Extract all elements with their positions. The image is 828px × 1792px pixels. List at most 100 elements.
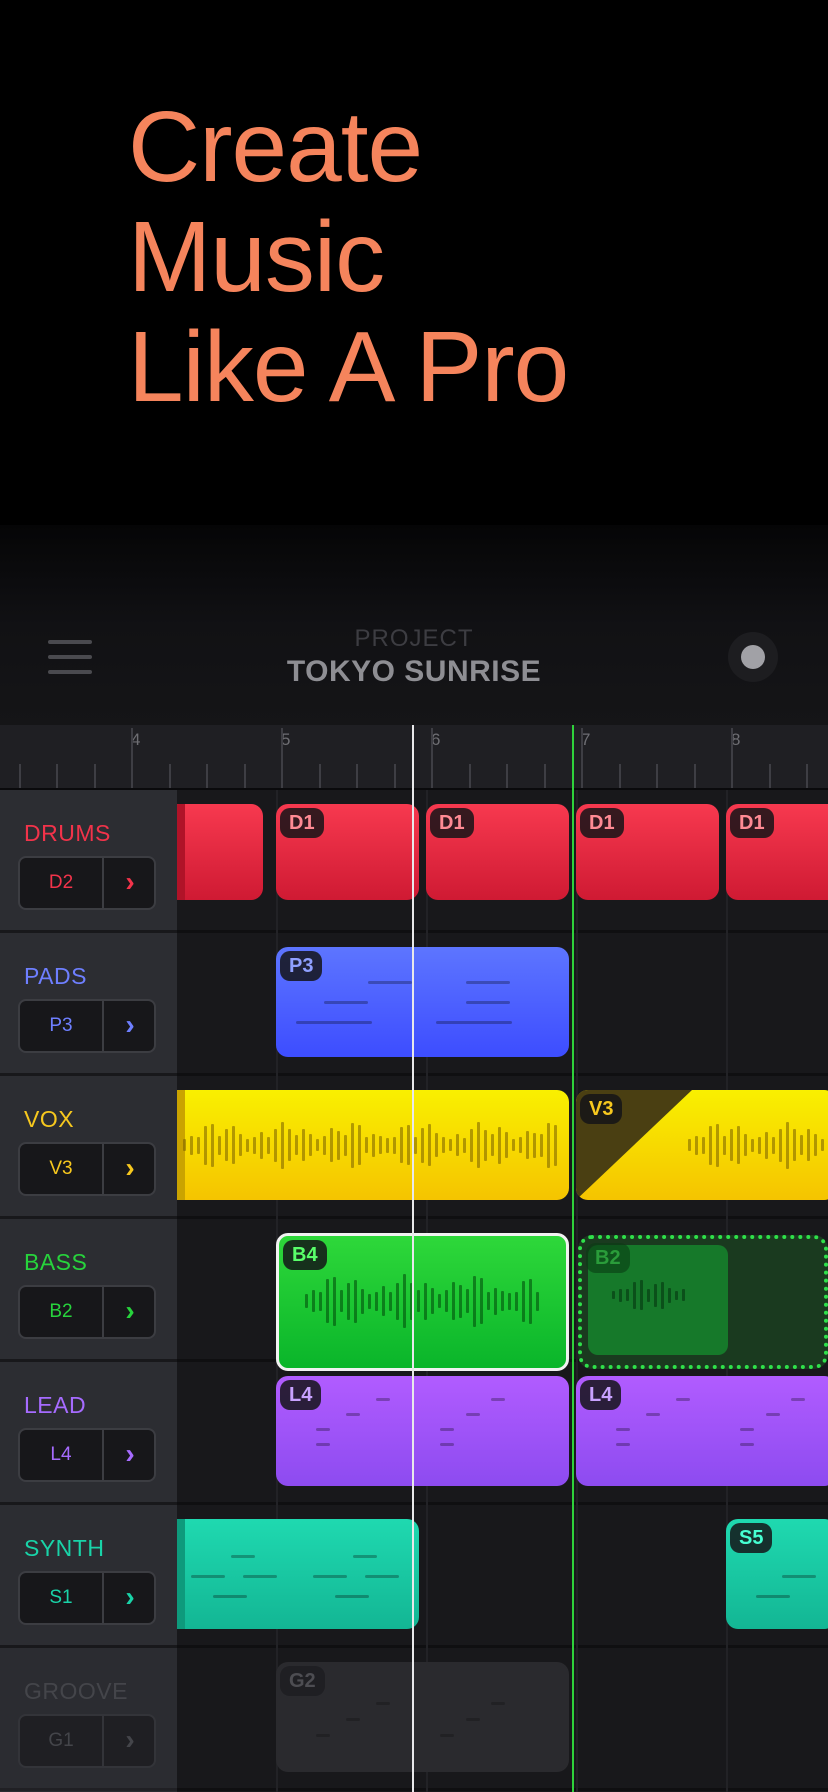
arrangement-grid[interactable]: D1 D1 D1 D1 P3 V3 B4 B2 L4 L4 S5 G2 <box>177 790 828 1792</box>
clip-bass-selected[interactable]: B4 <box>276 1233 569 1371</box>
clip-vox[interactable] <box>177 1090 569 1200</box>
timeline-ruler[interactable]: 4 5 6 7 8 <box>0 725 828 790</box>
waveform-bar <box>491 1134 494 1156</box>
waveform-bar <box>695 1135 698 1155</box>
clip-label: L4 <box>580 1380 622 1410</box>
waveform-bar <box>302 1129 305 1161</box>
ruler-tick <box>693 764 696 788</box>
loop-marker-line[interactable] <box>572 725 574 1792</box>
waveform-bar <box>501 1291 504 1311</box>
waveform-bar <box>765 1131 768 1159</box>
clip-drums[interactable]: D1 <box>726 804 828 900</box>
waveform-bar <box>204 1125 207 1165</box>
track-name: BASS <box>24 1249 88 1275</box>
clip-synth[interactable] <box>177 1519 419 1629</box>
clip-drums[interactable]: D1 <box>426 804 569 900</box>
waveform-bar <box>477 1122 480 1168</box>
waveform-bar <box>309 1134 312 1156</box>
clip-label: D1 <box>430 808 474 838</box>
clip-vox-fading[interactable]: V3 <box>576 1090 828 1200</box>
ruler-tick <box>618 764 621 788</box>
waveform-bar <box>661 1281 664 1309</box>
ruler-tick <box>806 764 808 788</box>
waveform-bar <box>505 1132 508 1158</box>
ruler-tick <box>168 764 171 788</box>
clip-selector[interactable]: S1 › <box>18 1571 156 1625</box>
record-icon <box>741 645 765 669</box>
clip-groove[interactable]: G2 <box>276 1662 569 1772</box>
clip-lead[interactable]: L4 <box>576 1376 828 1486</box>
clip-selector[interactable]: P3 › <box>18 999 156 1053</box>
waveform-bar <box>459 1284 462 1318</box>
ruler-tick <box>206 764 208 788</box>
clip-selector[interactable]: D2 › <box>18 856 156 910</box>
chevron-right-icon[interactable]: › <box>106 1144 154 1194</box>
track-name: GROOVE <box>24 1678 128 1704</box>
chevron-right-icon[interactable]: › <box>106 858 154 908</box>
clip-selector[interactable]: B2 › <box>18 1285 156 1339</box>
waveform-bar <box>323 1135 326 1155</box>
track-name: DRUMS <box>24 820 111 846</box>
waveform-bar <box>512 1139 515 1151</box>
hero-banner: Create Music Like A Pro <box>0 0 828 525</box>
track-sidebar: DRUMS D2 › PADS P3 › VOX V3 › BASS B2 › … <box>0 790 177 1792</box>
waveform-bar <box>190 1135 193 1155</box>
ruler-tick <box>18 764 21 788</box>
chevron-right-icon[interactable]: › <box>106 1716 154 1766</box>
project-name[interactable]: TOKYO SUNRISE <box>0 655 828 689</box>
playhead[interactable] <box>412 725 414 1792</box>
clip-code: G1 <box>48 1730 74 1751</box>
chevron-right-icon[interactable]: › <box>106 1573 154 1623</box>
clip-pads[interactable]: P3 <box>276 947 569 1057</box>
waveform-bar <box>365 1137 368 1153</box>
grid-row-line <box>177 1073 828 1076</box>
waveform-bar <box>480 1278 483 1324</box>
waveform-bar <box>675 1290 678 1300</box>
track-header-pads[interactable]: PADS P3 › <box>0 933 177 1076</box>
ruler-tick <box>431 728 433 788</box>
waveform-bar <box>295 1135 298 1155</box>
clip-bass-drop-target[interactable]: B2 <box>578 1235 828 1369</box>
waveform-bar <box>361 1288 364 1314</box>
waveform-bar <box>330 1128 333 1162</box>
waveform-bar <box>354 1279 357 1323</box>
waveform-bar <box>382 1286 385 1316</box>
waveform-bar <box>225 1129 228 1161</box>
waveform-bar <box>526 1131 529 1159</box>
clip-label: V3 <box>580 1094 623 1124</box>
waveform-bar <box>470 1128 473 1162</box>
clip-drums-partial[interactable] <box>177 804 263 900</box>
chevron-right-icon[interactable]: › <box>106 1001 154 1051</box>
waveform-bar <box>522 1280 525 1322</box>
waveform-bar <box>435 1133 438 1157</box>
ruler-tick <box>543 764 546 788</box>
waveform-bar <box>668 1287 671 1303</box>
clip-selector[interactable]: V3 › <box>18 1142 156 1196</box>
waveform-bar <box>316 1139 319 1151</box>
clip-drums[interactable]: D1 <box>276 804 419 900</box>
waveform-bar <box>414 1136 417 1154</box>
waveform-bar <box>232 1126 235 1164</box>
chevron-right-icon[interactable]: › <box>106 1287 154 1337</box>
clip-drums[interactable]: D1 <box>576 804 719 900</box>
track-header-bass[interactable]: BASS B2 › <box>0 1219 177 1362</box>
clip-lead[interactable]: L4 <box>276 1376 569 1486</box>
waveform-bar <box>547 1122 550 1168</box>
track-name: PADS <box>24 963 87 989</box>
clip-selector[interactable]: L4 › <box>18 1428 156 1482</box>
waveform-bar <box>211 1123 214 1167</box>
ruler-tick <box>281 728 283 788</box>
track-header-vox[interactable]: VOX V3 › <box>0 1076 177 1219</box>
track-header-lead[interactable]: LEAD L4 › <box>0 1362 177 1505</box>
chevron-right-icon[interactable]: › <box>106 1430 154 1480</box>
track-header-groove[interactable]: GROOVE G1 › <box>0 1648 177 1791</box>
track-header-synth[interactable]: SYNTH S1 › <box>0 1505 177 1648</box>
clip-synth[interactable]: S5 <box>726 1519 828 1629</box>
waveform-bar <box>260 1131 263 1159</box>
hero-line-1: Create <box>128 91 423 203</box>
waveform-bar <box>183 1139 186 1151</box>
clip-selector[interactable]: G1 › <box>18 1714 156 1768</box>
track-header-drums[interactable]: DRUMS D2 › <box>0 790 177 933</box>
record-button[interactable] <box>728 632 778 682</box>
waveform-bar <box>368 1293 371 1309</box>
